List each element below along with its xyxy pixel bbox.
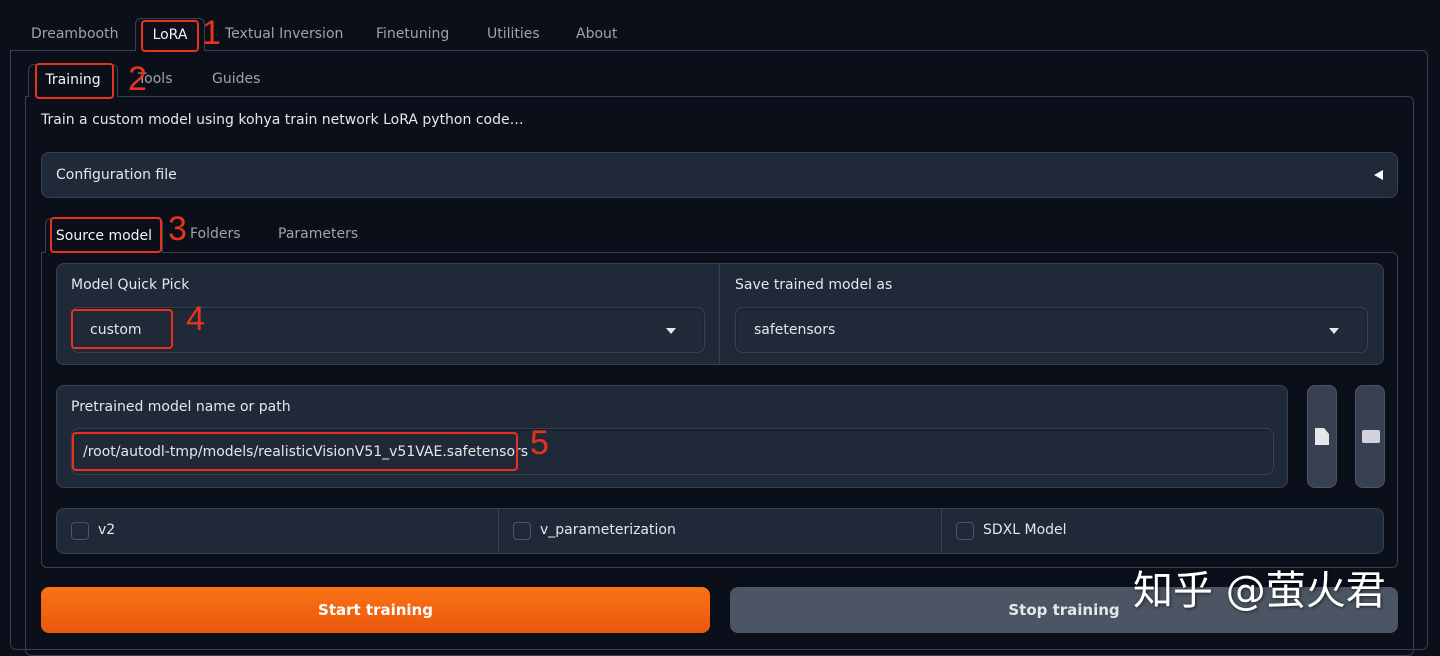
triangle-left-icon bbox=[1374, 170, 1383, 180]
v2-label: v2 bbox=[98, 522, 116, 538]
annotation-number-5: 5 bbox=[530, 424, 549, 462]
v-parameterization-label: v_parameterization bbox=[540, 522, 676, 538]
sdxl-label: SDXL Model bbox=[983, 522, 1067, 538]
v2-checkbox[interactable] bbox=[71, 522, 89, 540]
model-quick-pick-label: Model Quick Pick bbox=[71, 277, 190, 293]
file-icon bbox=[1315, 428, 1329, 445]
tab-utilities[interactable]: Utilities bbox=[487, 26, 540, 42]
folder-button[interactable] bbox=[1355, 385, 1385, 488]
folder-icon bbox=[1362, 430, 1380, 443]
annotation-box-4 bbox=[71, 309, 173, 349]
annotation-number-4: 4 bbox=[186, 300, 205, 338]
configuration-accordion[interactable]: Configuration file bbox=[41, 152, 1398, 198]
start-training-button[interactable]: Start training bbox=[41, 587, 710, 633]
save-as-value: safetensors bbox=[754, 322, 836, 338]
checkbox-row bbox=[56, 508, 1384, 554]
annotation-box-5 bbox=[72, 432, 518, 471]
pretrained-label: Pretrained model name or path bbox=[71, 399, 291, 415]
tab-parameters[interactable]: Parameters bbox=[278, 226, 358, 242]
divider bbox=[719, 264, 720, 364]
annotation-box-1 bbox=[141, 20, 199, 52]
tab-textual-inversion[interactable]: Textual Inversion bbox=[225, 26, 343, 42]
divider bbox=[498, 509, 499, 553]
annotation-number-1: 1 bbox=[202, 14, 221, 52]
tab-guides[interactable]: Guides bbox=[212, 71, 260, 87]
chevron-down-icon bbox=[1329, 328, 1339, 334]
chevron-down-icon bbox=[666, 328, 676, 334]
description: Train a custom model using kohya train n… bbox=[41, 112, 524, 128]
annotation-number-3: 3 bbox=[168, 210, 187, 248]
watermark: 知乎 @萤火君 bbox=[1133, 568, 1386, 614]
configuration-label: Configuration file bbox=[56, 167, 177, 183]
file-button[interactable] bbox=[1307, 385, 1337, 488]
tab-about[interactable]: About bbox=[576, 26, 617, 42]
annotation-box-2 bbox=[35, 63, 114, 99]
save-as-dropdown[interactable]: safetensors bbox=[735, 307, 1368, 353]
annotation-box-3 bbox=[50, 217, 162, 253]
sdxl-checkbox[interactable] bbox=[956, 522, 974, 540]
annotation-number-2: 2 bbox=[128, 60, 147, 98]
tab-finetuning[interactable]: Finetuning bbox=[376, 26, 449, 42]
save-as-label: Save trained model as bbox=[735, 277, 893, 293]
divider bbox=[941, 509, 942, 553]
tab-dreambooth[interactable]: Dreambooth bbox=[31, 26, 118, 42]
tab-folders[interactable]: Folders bbox=[190, 226, 241, 242]
v-parameterization-checkbox[interactable] bbox=[513, 522, 531, 540]
